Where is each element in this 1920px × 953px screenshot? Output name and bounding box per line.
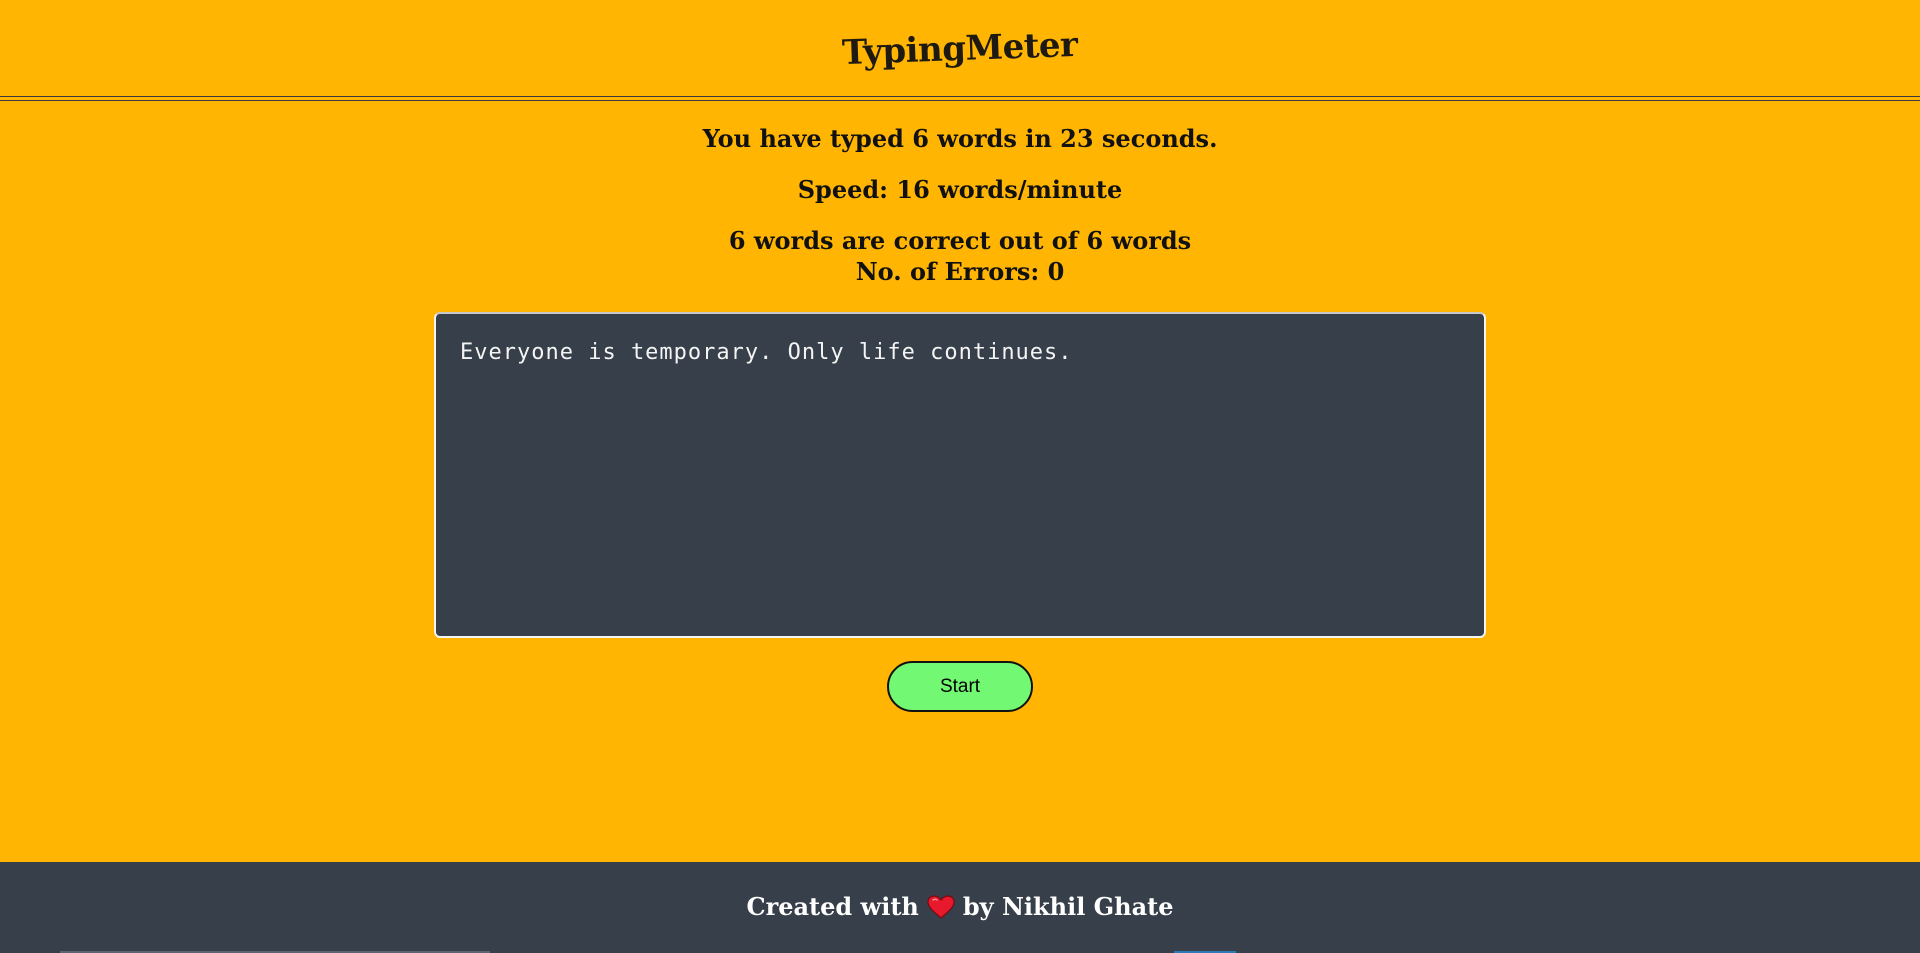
app-logo: TypingMeter — [841, 24, 1079, 74]
footer: Created with by Nikhil Ghate — [0, 862, 1920, 953]
typing-area[interactable] — [434, 312, 1486, 638]
typed-summary: You have typed 6 words in 23 seconds. — [702, 124, 1218, 153]
results-panel: You have typed 6 words in 23 seconds. Sp… — [0, 124, 1920, 287]
footer-suffix: by Nikhil Ghate — [962, 892, 1174, 921]
header: TypingMeter — [0, 0, 1920, 97]
accuracy-text: 6 words are correct out of 6 words — [728, 226, 1192, 255]
heart-icon — [927, 895, 955, 919]
typing-area-wrapper — [434, 312, 1486, 638]
speed-text: Speed: 16 words/minute — [797, 175, 1123, 204]
footer-credit: Created with by Nikhil Ghate — [0, 892, 1920, 922]
errors-text: No. of Errors: 0 — [855, 257, 1065, 286]
footer-prefix: Created with — [746, 892, 919, 921]
start-button[interactable]: Start — [887, 661, 1033, 712]
